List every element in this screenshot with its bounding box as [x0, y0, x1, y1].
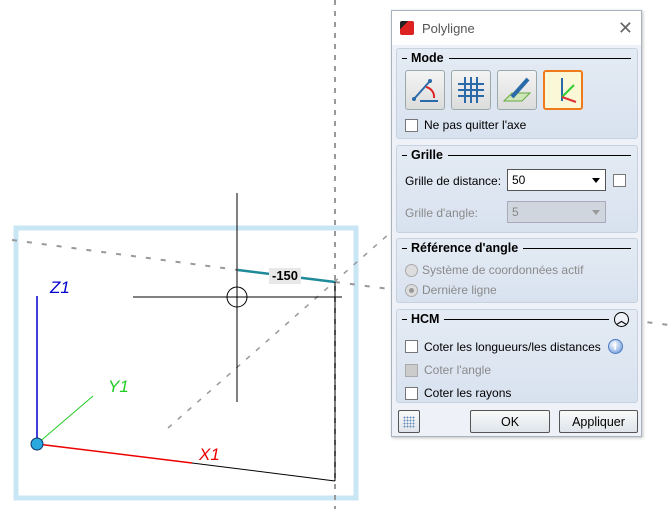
angle-grid-select[interactable]: 5	[507, 201, 606, 223]
angle-grid-label: Grille d'angle:	[405, 206, 478, 220]
checkbox-label: Coter les rayons	[424, 386, 512, 400]
dialog-title: Polyligne	[422, 20, 475, 36]
mode-title: Mode	[411, 51, 444, 65]
close-icon[interactable]: ✕	[618, 18, 633, 39]
distance-grid-select[interactable]: 50	[507, 169, 606, 191]
dimension-value[interactable]: -150	[269, 268, 302, 284]
distance-grid-checkbox[interactable]	[613, 174, 626, 187]
dimension-lengths-checkbox[interactable]: Coter les longueurs/les distances i	[405, 339, 623, 354]
hcm-title: HCM	[411, 312, 440, 326]
stay-on-axis-checkbox[interactable]: Ne pas quitter l'axe	[405, 118, 526, 132]
x-axis	[36, 443, 193, 464]
collapse-icon[interactable]: ︿	[614, 312, 629, 327]
grid-title: Grille	[411, 148, 443, 162]
grid-icon	[458, 77, 484, 103]
pencil-plane-icon	[502, 77, 532, 102]
radio-last-line[interactable]: Dernière ligne	[405, 283, 497, 297]
mode-grid-button[interactable]	[451, 70, 491, 110]
mode-axis-system-button[interactable]	[543, 70, 583, 110]
chevron-down-icon	[592, 178, 600, 183]
angle-reference-title: Référence d'angle	[411, 241, 519, 255]
polyline-dialog: Polyligne ✕ Mode Ne pas quitter l'axe Gr…	[391, 10, 642, 437]
keypad-button[interactable]	[398, 410, 420, 433]
z-axis-label: Z1	[50, 278, 70, 297]
angle-reference-group: Référence d'angle Système de coordonnées…	[396, 238, 638, 303]
origin-sphere[interactable]	[30, 437, 44, 451]
apply-button[interactable]: Appliquer	[559, 410, 638, 433]
hcm-group: HCM ︿ Coter les longueurs/les distances i…	[396, 309, 638, 403]
grid-group: Grille Grille de distance: 50 Grille d'a…	[396, 145, 638, 233]
dimension-angle-checkbox[interactable]: Coter l'angle	[405, 363, 491, 377]
chevron-down-icon	[592, 210, 600, 215]
mode-sketch-plane-button[interactable]	[497, 70, 537, 110]
grid-dots-icon	[403, 415, 415, 428]
guide-line	[11, 239, 239, 271]
ok-button[interactable]: OK	[470, 410, 550, 433]
mode-polyline-angle-button[interactable]	[405, 70, 445, 110]
x-axis-label: X1	[199, 445, 220, 464]
radio-label: Dernière ligne	[422, 283, 497, 297]
dialog-titlebar[interactable]: Polyligne ✕	[392, 11, 641, 45]
distance-grid-value: 50	[512, 173, 526, 187]
info-icon[interactable]: i	[607, 339, 623, 354]
axis-system-icon	[561, 78, 577, 103]
distance-grid-label: Grille de distance:	[405, 174, 502, 188]
y-axis	[36, 395, 94, 445]
radio-active-coordinate-system[interactable]: Système de coordonnées actif	[405, 263, 583, 277]
polyline-edge	[191, 462, 336, 482]
checkbox-label: Coter l'angle	[424, 363, 491, 377]
angle-line-icon	[412, 79, 438, 102]
app-icon	[400, 21, 414, 35]
mode-group: Mode Ne pas quitter l'axe	[396, 48, 638, 139]
checkbox-label: Coter les longueurs/les distances	[424, 339, 601, 354]
stay-on-axis-label: Ne pas quitter l'axe	[424, 118, 527, 132]
dimension-radii-checkbox[interactable]: Coter les rayons	[405, 386, 511, 400]
angle-grid-value: 5	[512, 205, 519, 219]
radio-label: Système de coordonnées actif	[422, 263, 584, 277]
y-axis-label: Y1	[108, 377, 129, 396]
selection-frame	[13, 225, 359, 501]
